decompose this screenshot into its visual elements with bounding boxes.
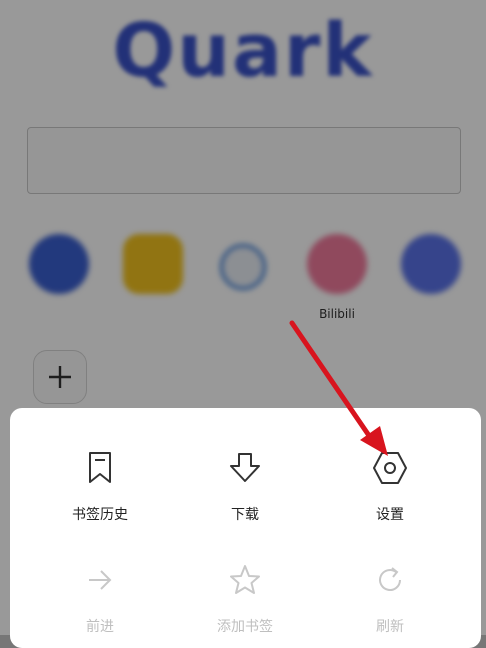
- star-icon: [230, 565, 260, 594]
- menu-settings-label: 设置: [376, 507, 404, 523]
- menu-forward-label: 前进: [86, 619, 114, 635]
- arrow-right-icon: [89, 570, 112, 590]
- menu-bookmarks-history[interactable]: 书签历史: [25, 450, 175, 524]
- download-icon: [230, 453, 260, 482]
- menu-forward: 前进: [25, 562, 175, 636]
- bookmark-icon: [89, 452, 111, 483]
- menu-add-bookmark-label: 添加书签: [217, 619, 273, 635]
- menu-download-label: 下载: [231, 507, 259, 523]
- refresh-icon: [379, 567, 401, 591]
- menu-download[interactable]: 下载: [170, 450, 320, 524]
- menu-refresh: 刷新: [315, 562, 465, 636]
- menu-sheet: 书签历史 下载 设置 前进 添加书签 刷新: [10, 408, 481, 648]
- menu-refresh-label: 刷新: [376, 619, 404, 635]
- menu-settings[interactable]: 设置: [315, 450, 465, 524]
- menu-add-bookmark: 添加书签: [170, 562, 320, 636]
- menu-bookmarks-history-label: 书签历史: [72, 507, 128, 523]
- settings-hexagon-icon: [373, 452, 407, 484]
